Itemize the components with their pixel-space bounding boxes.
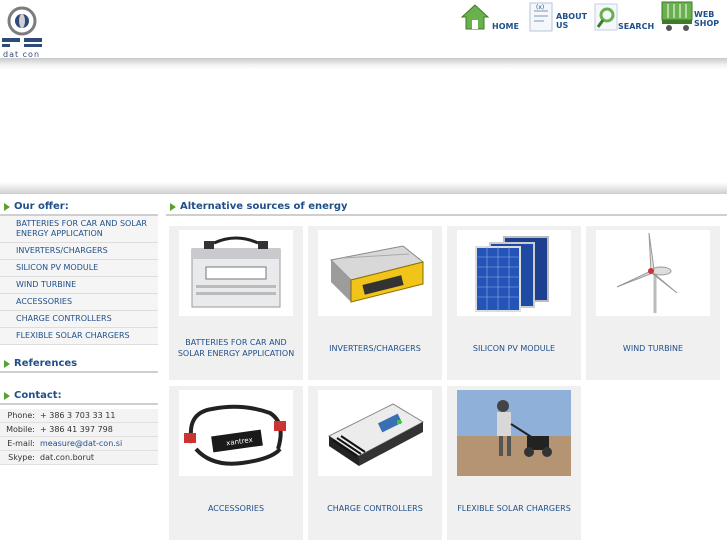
cart-icon xyxy=(661,1,693,31)
nav-about-label-2: US xyxy=(556,21,569,30)
contact-heading-text: Contact: xyxy=(14,390,62,401)
product-card-inverters[interactable]: INVERTERS/CHARGERS xyxy=(308,226,442,380)
product-card-batteries[interactable]: BATTERIES FOR CAR AND SOLAR ENERGY APPLI… xyxy=(169,226,303,380)
product-caption: SILICON PV MODULE xyxy=(472,343,556,353)
nav-webshop-label-1: WEB xyxy=(694,10,715,19)
contact-value: + 386 41 397 798 xyxy=(40,425,113,434)
main-heading-text: Alternative sources of energy xyxy=(180,201,348,212)
sidebar-item-charge-controllers[interactable]: CHARGE CONTROLLERS xyxy=(0,311,158,328)
sidebar-item-inverters[interactable]: INVERTERS/CHARGERS xyxy=(0,243,158,260)
sidebar-item-flexible-chargers[interactable]: FLEXIBLE SOLAR CHARGERS xyxy=(0,328,158,345)
logo-icon xyxy=(2,6,42,47)
arrow-icon xyxy=(4,392,10,400)
offer-heading: Our offer: xyxy=(0,198,158,216)
product-caption: FLEXIBLE SOLAR CHARGERS xyxy=(457,503,571,513)
contact-label: Mobile: xyxy=(6,425,35,434)
sidebar-item-accessories[interactable]: ACCESSORIES xyxy=(0,294,158,311)
solar-panel-image xyxy=(457,230,571,316)
wind-turbine-image xyxy=(596,230,710,316)
sidebar: Our offer: BATTERIES FOR CAR AND SOLAR E… xyxy=(0,198,158,465)
arrow-icon xyxy=(4,203,10,211)
charge-controller-image xyxy=(318,390,432,476)
product-caption: WIND TURBINE xyxy=(622,343,684,353)
product-caption: BATTERIES FOR CAR AND SOLAR ENERGY APPLI… xyxy=(177,338,295,358)
nav-search[interactable]: SEARCH xyxy=(594,0,655,34)
home-icon xyxy=(460,4,490,30)
svg-text:(x): (x) xyxy=(536,4,544,11)
battery-image xyxy=(179,230,293,316)
contact-heading: Contact: xyxy=(0,387,158,405)
accessories-image: xantrex xyxy=(179,390,293,476)
references-heading-text: References xyxy=(14,358,78,369)
flexible-charger-image xyxy=(457,390,571,476)
product-card-wind-turbine[interactable]: WIND TURBINE xyxy=(586,226,720,380)
references-heading[interactable]: References xyxy=(0,355,158,373)
product-card-flexible-chargers[interactable]: FLEXIBLE SOLAR CHARGERS xyxy=(447,386,581,540)
main-heading: Alternative sources of energy xyxy=(166,198,727,216)
inverter-image xyxy=(318,230,432,316)
nav-about[interactable]: (x) ABOUT US xyxy=(528,0,588,34)
contact-email: E-mail: measure@dat-con.si xyxy=(0,437,158,451)
nav-webshop[interactable]: WEB SHOP xyxy=(660,0,724,34)
contact-skype: Skype: dat.con.borut xyxy=(0,451,158,465)
contact-mobile: Mobile: + 386 41 397 798 xyxy=(0,423,158,437)
header-shadow xyxy=(0,58,727,70)
site-header: dat con HOME (x) ABOUT US SEARCH WEB SHO… xyxy=(0,0,727,62)
contact-phone: Phone: + 386 3 703 33 11 xyxy=(0,409,158,423)
search-icon xyxy=(594,3,618,31)
site-logo[interactable]: dat con xyxy=(0,4,46,59)
product-card-pv-module[interactable]: SILICON PV MODULE xyxy=(447,226,581,380)
contact-label: Phone: xyxy=(7,411,35,420)
nav-home[interactable]: HOME xyxy=(460,0,519,34)
product-caption: ACCESSORIES xyxy=(207,503,265,513)
email-link[interactable]: measure@dat-con.si xyxy=(40,439,122,448)
contact-label: Skype: xyxy=(8,453,35,462)
contact-label: E-mail: xyxy=(7,439,35,448)
product-caption: INVERTERS/CHARGERS xyxy=(329,343,421,353)
sidebar-item-pv-module[interactable]: SILICON PV MODULE xyxy=(0,260,158,277)
nav-about-label-1: ABOUT xyxy=(556,12,588,21)
product-card-charge-controllers[interactable]: CHARGE CONTROLLERS xyxy=(308,386,442,540)
document-icon: (x) xyxy=(529,2,553,32)
sidebar-item-wind-turbine[interactable]: WIND TURBINE xyxy=(0,277,158,294)
contact-value: dat.con.borut xyxy=(40,453,95,462)
product-card-accessories[interactable]: xantrex ACCESSORIES xyxy=(169,386,303,540)
arrow-icon xyxy=(4,360,10,368)
sidebar-item-batteries[interactable]: BATTERIES FOR CAR AND SOLAR ENERGY APPLI… xyxy=(0,216,158,243)
banner-shadow xyxy=(0,182,727,194)
main-content: Alternative sources of energy BATTERIES … xyxy=(166,198,727,540)
nav-home-label: HOME xyxy=(492,22,519,31)
nav-search-label: SEARCH xyxy=(618,22,655,31)
product-caption: CHARGE CONTROLLERS xyxy=(327,503,423,513)
arrow-icon xyxy=(170,203,176,211)
contact-value: + 386 3 703 33 11 xyxy=(40,411,116,420)
offer-heading-text: Our offer: xyxy=(14,201,69,212)
nav-webshop-label-2: SHOP xyxy=(694,19,720,28)
